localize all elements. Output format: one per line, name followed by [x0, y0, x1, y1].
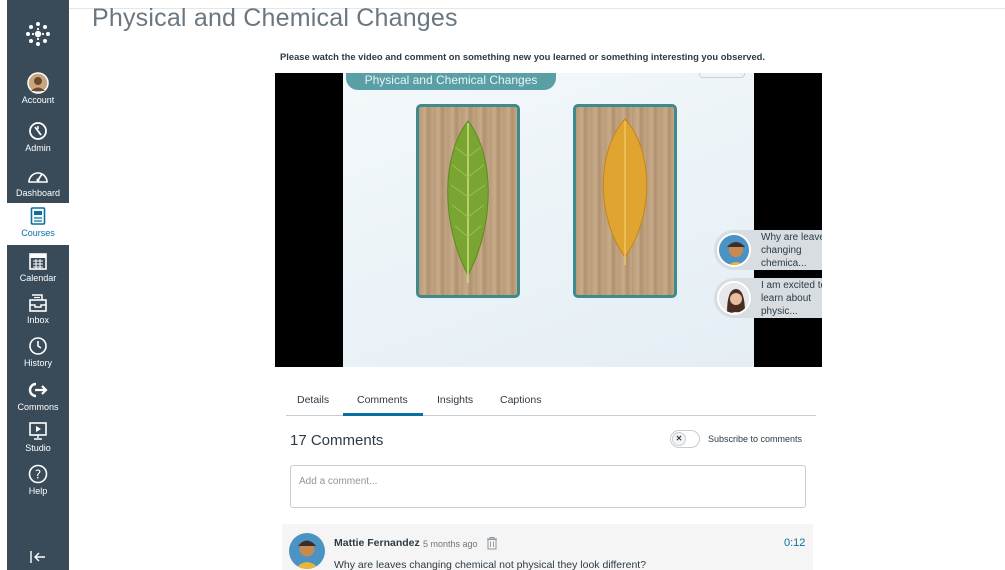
shield-icon — [27, 120, 49, 142]
subscribe-label: Subscribe to comments — [708, 434, 803, 444]
comment-item: Mattie Fernandez 5 months ago 0:12 Why a… — [282, 524, 813, 570]
nav-label-courses: Courses — [21, 228, 55, 238]
video-frame: Physical and Chemical Changes Why are le… — [343, 73, 822, 367]
nav-item-courses[interactable]: Courses — [7, 203, 69, 245]
nav-item-dashboard[interactable]: Dashboard — [7, 163, 69, 205]
green-leaf-card — [416, 104, 520, 298]
tab-captions[interactable]: Captions — [500, 394, 541, 406]
trash-icon[interactable] — [485, 536, 499, 550]
nav-item-admin[interactable]: Admin — [7, 118, 69, 160]
canvas-logo-icon[interactable] — [7, 14, 69, 54]
video-player[interactable]: Physical and Chemical Changes Why are le… — [275, 73, 822, 367]
media-tabs: Details Comments Insights Captions — [286, 385, 816, 416]
nav-label-commons: Commons — [17, 402, 59, 412]
nav-label-help: Help — [28, 486, 48, 496]
bubble-text: I am excited to learn about physic... — [761, 279, 822, 317]
comment-timestamp-link[interactable]: 0:12 — [784, 537, 805, 549]
studio-icon — [27, 420, 49, 442]
nav-label-account: Account — [21, 95, 55, 105]
bubble-text: Why are leaves changing chemica... — [761, 231, 822, 269]
collapse-nav-icon[interactable] — [7, 545, 69, 569]
slide-corner-element — [699, 73, 745, 78]
calendar-icon — [27, 250, 49, 272]
nav-label-history: History — [23, 358, 52, 368]
assignment-instructions: Please watch the video and comment on so… — [280, 51, 765, 62]
svg-text:?: ? — [35, 468, 41, 482]
commenter-avatar — [717, 281, 751, 315]
nav-item-account[interactable]: Account — [7, 70, 69, 112]
yellow-leaf-icon — [602, 118, 648, 265]
subscribe-toggle[interactable]: ✕ — [670, 430, 700, 448]
comment-time: 5 months ago — [423, 539, 478, 549]
nav-label-dashboard: Dashboard — [15, 188, 61, 198]
nav-item-inbox[interactable]: Inbox — [7, 290, 69, 332]
nav-item-studio[interactable]: Studio — [7, 418, 69, 460]
dashboard-icon — [27, 165, 49, 187]
green-leaf-icon — [447, 120, 489, 283]
nav-label-studio: Studio — [25, 443, 51, 453]
subscribe-toggle-group: ✕ Subscribe to comments — [670, 430, 802, 448]
nav-item-help[interactable]: ? Help — [7, 461, 69, 503]
comments-count: 17 Comments — [290, 432, 384, 449]
nav-item-history[interactable]: History — [7, 333, 69, 375]
active-tab-indicator — [343, 413, 423, 416]
nav-item-calendar[interactable]: Calendar — [7, 248, 69, 290]
nav-label-calendar: Calendar — [19, 273, 57, 283]
commons-icon — [27, 379, 49, 401]
close-icon: ✕ — [672, 432, 686, 446]
nav-item-commons[interactable]: Commons — [7, 377, 69, 419]
tab-comments[interactable]: Comments — [357, 394, 408, 406]
page-title: Physical and Chemical Changes — [92, 4, 458, 32]
yellow-leaf-card — [573, 104, 677, 298]
avatar — [289, 533, 325, 569]
inbox-icon — [27, 292, 49, 314]
timeline-comment-bubble[interactable]: I am excited to learn about physic... — [714, 278, 822, 318]
tab-details[interactable]: Details — [297, 394, 329, 406]
tab-insights[interactable]: Insights — [437, 394, 473, 406]
account-avatar-icon — [27, 72, 49, 94]
help-icon: ? — [27, 463, 49, 485]
nav-label-admin: Admin — [25, 143, 51, 153]
comment-author[interactable]: Mattie Fernandez — [334, 537, 420, 549]
clock-icon — [27, 335, 49, 357]
timeline-comment-bubble[interactable]: Why are leaves changing chemica... — [714, 230, 822, 270]
add-comment-input[interactable]: Add a comment... — [290, 465, 806, 508]
global-navigation: Account Admin Dashboard Courses Calendar… — [7, 0, 69, 570]
slide-title-banner: Physical and Chemical Changes — [346, 73, 556, 90]
book-icon — [27, 205, 49, 227]
nav-label-inbox: Inbox — [26, 315, 50, 325]
comment-text: Why are leaves changing chemical not phy… — [334, 559, 647, 570]
commenter-avatar — [717, 233, 751, 267]
